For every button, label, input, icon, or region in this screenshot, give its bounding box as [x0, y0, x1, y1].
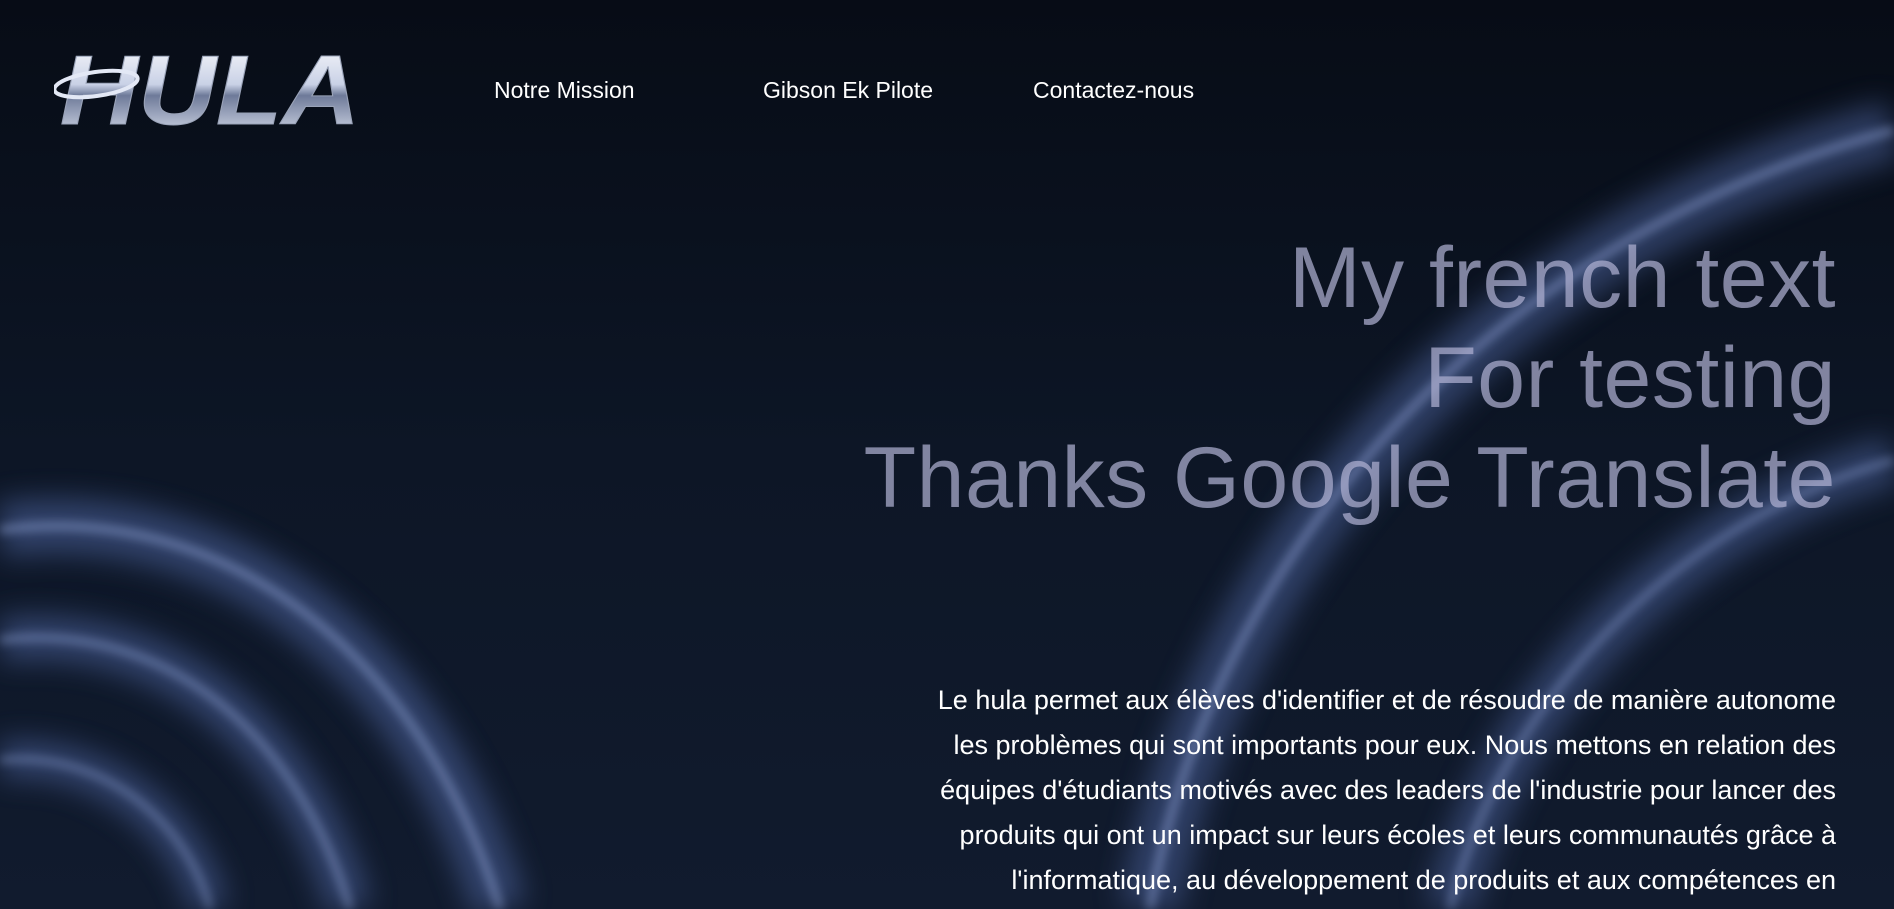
hula-logo[interactable]: HULA [52, 35, 374, 146]
description-line: équipes d'étudiants motivés avec des lea… [940, 775, 1836, 805]
hero-heading: My french text For testing Thanks Google… [864, 228, 1836, 528]
description-line: les problèmes qui sont importants pour e… [953, 730, 1836, 760]
hero-line-1: My french text [1288, 230, 1836, 326]
nav-gibson-ek-pilote[interactable]: Gibson Ek Pilote [763, 76, 933, 104]
hero-line-3: Thanks Google Translate [863, 430, 1836, 526]
mission-description: Le hula permet aux élèves d'identifier e… [716, 678, 1836, 903]
svg-text:HULA: HULA [60, 40, 360, 140]
site-header: HULA Notre Mission Gibson Ek Pilote Cont… [0, 0, 1894, 150]
hula-logo-graphic: HULA [52, 35, 361, 146]
description-line: l'informatique, au développement de prod… [1011, 865, 1836, 895]
nav-contactez-nous[interactable]: Contactez-nous [1033, 76, 1194, 104]
description-line: produits qui ont un impact sur leurs éco… [959, 820, 1836, 850]
nav-notre-mission[interactable]: Notre Mission [494, 76, 635, 104]
description-line: Le hula permet aux élèves d'identifier e… [937, 685, 1836, 715]
hero-line-2: For testing [1424, 330, 1836, 426]
